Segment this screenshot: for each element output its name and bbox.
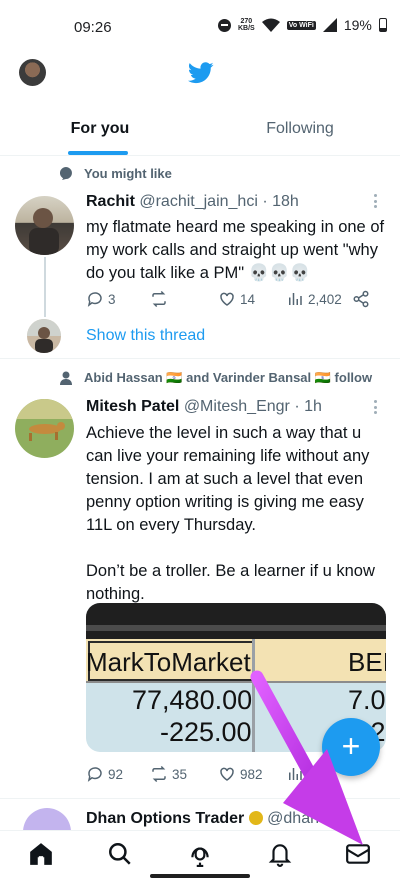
tweet-header: Dhan Options Trader @dhan [86,810,386,830]
tweet-time: · 18h [262,193,299,210]
status-time: 09:26 [74,19,112,36]
battery-percent: 19% [343,17,372,33]
battery-icon [378,18,387,32]
media-value: -225.00 [160,717,252,747]
reply-icon [87,292,102,307]
recommend-icon [60,166,72,180]
nav-spaces[interactable] [187,841,213,867]
author-name[interactable]: Rachit [86,193,135,210]
tweet-header: Mitesh Patel @Mitesh_Engr · 1h [86,398,322,416]
author-handle[interactable]: @Mitesh_Engr [184,398,290,415]
thread-line [44,257,46,317]
nav-home[interactable] [28,841,54,867]
retweet-icon [152,765,166,783]
author-handle[interactable]: @rachit_jain_hci [139,193,258,210]
cell-signal-icon [322,18,337,32]
wifi-icon [261,18,280,32]
heart-icon [220,292,234,306]
social-context: Abid Hassan 🇮🇳 and Varinder Bansal 🇮🇳 fo… [60,370,372,386]
search-icon [109,843,131,865]
profile-avatar[interactable] [19,59,46,86]
compose-tweet-button[interactable]: + [322,718,380,776]
more-options-icon[interactable] [374,400,378,414]
follow-person-icon [60,371,72,385]
like-button[interactable]: 14 [218,290,255,308]
author-name[interactable]: Dhan Options Trader [86,810,244,827]
media-header-left: MarkToMarket [86,647,251,677]
author-name[interactable]: Mitesh Patel [86,398,179,415]
tweet-text: Achieve the level in such a way that u c… [86,424,375,603]
media-value: 77,480.00 [132,685,253,715]
do-not-disturb-icon [218,18,231,32]
views-icon [289,768,302,780]
media-header-right: BEI [348,647,386,677]
avatar[interactable] [23,808,71,832]
home-icon [30,843,52,865]
views-icon [289,293,302,305]
show-thread-link[interactable]: Show this thread [86,327,205,345]
vowifi-badge: Vo WiFi [286,20,316,30]
nav-notifications[interactable] [267,841,293,867]
verified-badge-icon [248,811,263,825]
tab-following[interactable]: Following [200,108,400,155]
top-app-bar [0,56,400,102]
nav-messages[interactable] [345,841,371,867]
status-bar: 09:26 270 KB/S Vo WiFi 19% [0,0,400,56]
tweet-text: my flatmate heard me speaking in one of … [86,218,389,282]
retweet-button[interactable]: 35 [150,765,187,783]
tweet-header: Rachit @rachit_jain_hci · 18h [86,193,299,211]
tab-for-you[interactable]: For you [0,108,200,155]
divider [0,798,400,799]
retweet-button[interactable] [150,290,168,308]
reply-button[interactable]: 92 [86,765,123,783]
like-button[interactable]: 982 [218,765,263,783]
avatar[interactable] [15,196,74,255]
tweet-time: · 1h [294,398,322,415]
views-button[interactable] [286,765,304,783]
views-button[interactable]: 2,402 [286,290,342,308]
media-value: 7.0 [348,685,386,715]
tweet-rachit[interactable]: You might like Rachit @rachit_jain_hci ·… [0,157,400,357]
spaces-icon [191,847,209,867]
more-options-icon[interactable] [374,194,378,208]
reply-button[interactable]: 3 [86,290,116,308]
tweet-actions: 3 14 2,402 [86,290,376,310]
heart-icon [220,767,234,781]
messages-icon [346,844,370,864]
reply-icon [87,767,102,782]
social-context: You might like [60,166,172,181]
nav-search[interactable] [107,841,133,867]
share-icon [353,290,369,308]
avatar[interactable] [15,399,74,458]
retweet-icon [152,290,166,308]
twitter-logo-icon[interactable] [188,62,214,84]
notifications-icon [268,844,292,867]
timeline-tabs: For you Following [0,108,400,156]
gesture-bar [150,874,250,878]
status-icons: 270 KB/S Vo WiFi 19% [218,17,387,33]
network-speed: 270 KB/S [238,18,255,32]
thread-avatar[interactable] [27,319,61,353]
share-button[interactable] [352,290,370,308]
author-handle[interactable]: @dhan [267,810,319,827]
